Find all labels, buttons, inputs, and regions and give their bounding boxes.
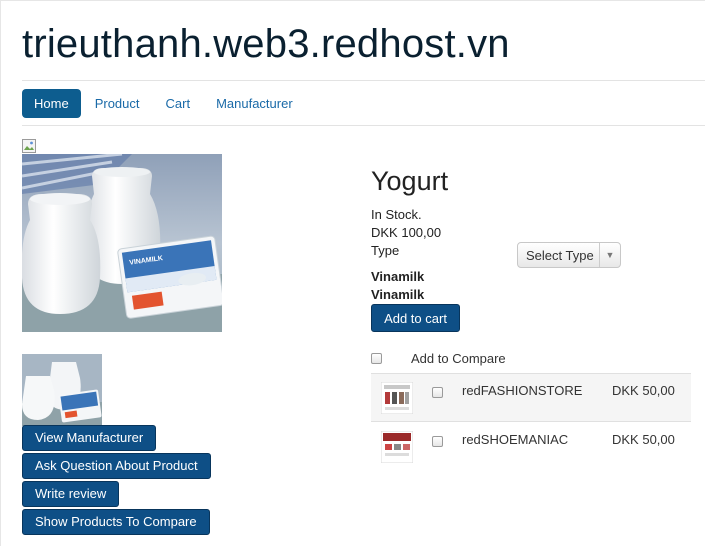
show-compare-button[interactable]: Show Products To Compare xyxy=(22,509,210,535)
top-border xyxy=(0,0,705,1)
write-review-button[interactable]: Write review xyxy=(22,481,120,507)
type-select[interactable]: Select Type ▼ xyxy=(517,242,621,268)
row-divider xyxy=(371,421,691,422)
manufacturer-name-secondary: Vinamilk xyxy=(371,287,425,302)
nav-item-cart[interactable]: Cart xyxy=(154,89,203,118)
product-thumbnail[interactable] xyxy=(22,354,102,426)
compare-item-price: DKK 50,00 xyxy=(612,383,675,398)
main-nav: Home Product Cart Manufacturer xyxy=(22,88,307,118)
type-label: Type xyxy=(371,243,400,258)
compare-item-checkbox-1[interactable] xyxy=(432,387,443,398)
header-divider xyxy=(22,80,705,81)
add-to-cart-button[interactable]: Add to cart xyxy=(371,304,460,332)
compare-item-name[interactable]: redFASHIONSTORE xyxy=(462,383,582,398)
compare-item-checkbox-2[interactable] xyxy=(432,436,443,447)
chevron-down-icon: ▼ xyxy=(599,243,620,267)
nav-item-product[interactable]: Product xyxy=(83,89,152,118)
nav-divider xyxy=(22,125,705,126)
broken-image-icon xyxy=(22,139,36,153)
manufacturer-name: Vinamilk xyxy=(371,269,425,284)
compare-item-price: DKK 50,00 xyxy=(612,432,675,447)
compare-checkbox[interactable] xyxy=(371,353,382,364)
site-title[interactable]: trieuthanh.web3.redhost.vn xyxy=(22,22,510,67)
type-select-value: Select Type xyxy=(526,248,594,263)
fashion-store-thumbnail[interactable] xyxy=(381,382,413,414)
nav-item-home[interactable]: Home xyxy=(22,88,81,118)
left-border xyxy=(0,0,1,546)
product-title: Yogurt xyxy=(371,166,449,196)
stock-status: In Stock. xyxy=(371,207,422,222)
product-price: DKK 100,00 xyxy=(371,225,442,240)
view-manufacturer-button[interactable]: View Manufacturer xyxy=(22,425,157,451)
shoe-maniac-thumbnail[interactable] xyxy=(381,431,413,463)
ask-question-button[interactable]: Ask Question About Product xyxy=(22,453,211,479)
compare-item-name[interactable]: redSHOEMANIAC xyxy=(462,432,568,447)
product-image[interactable]: VINAMILK xyxy=(22,154,222,332)
nav-item-manufacturer[interactable]: Manufacturer xyxy=(204,89,305,118)
compare-label: Add to Compare xyxy=(411,351,506,366)
